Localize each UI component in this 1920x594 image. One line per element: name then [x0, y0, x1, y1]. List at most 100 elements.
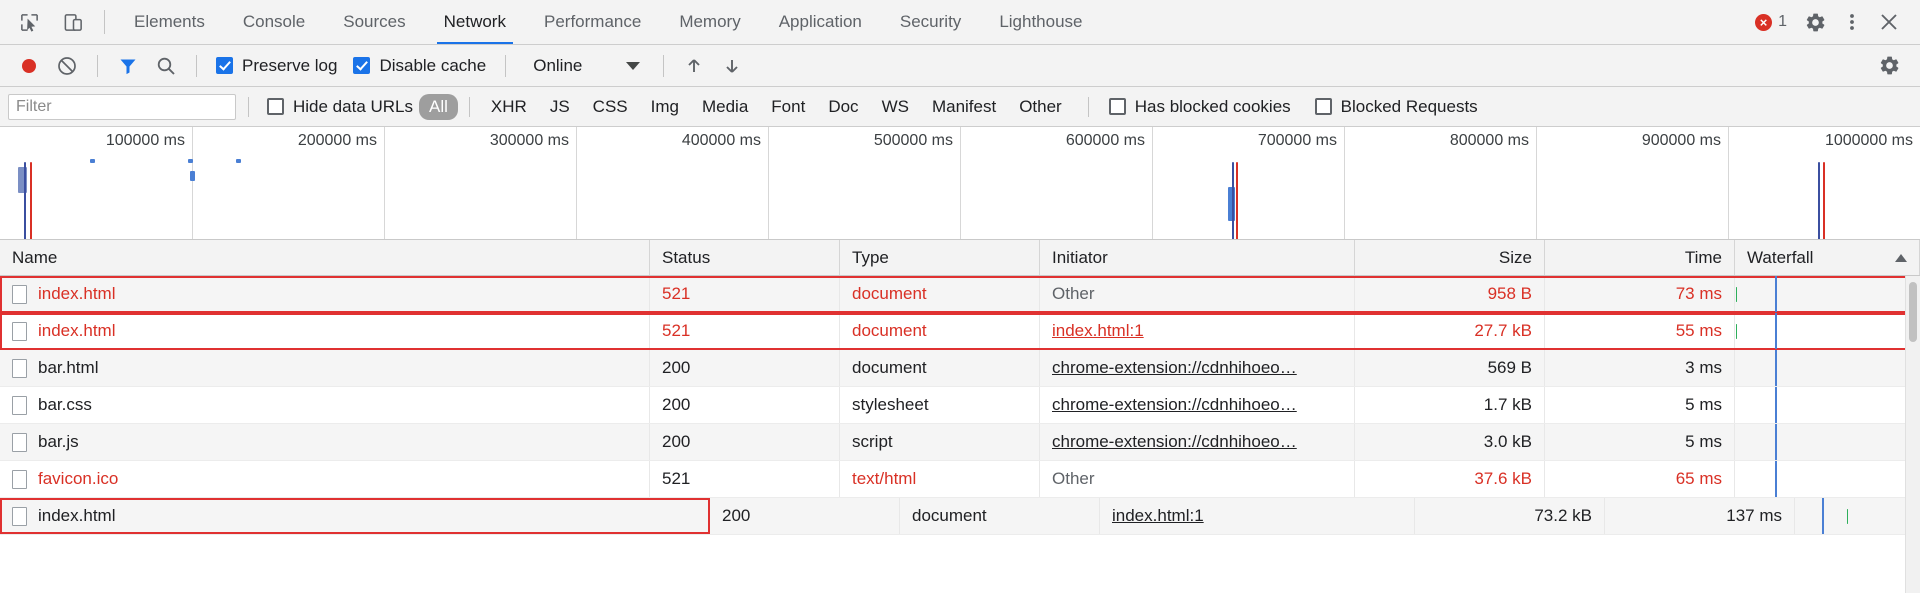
hide-data-urls-checkbox[interactable]: Hide data URLs: [261, 97, 419, 117]
overview-activity-mark: [190, 171, 195, 181]
table-row[interactable]: index.html 200 document index.html:1 73.2 kB…: [0, 498, 1920, 535]
waterfall-event-line: [1775, 387, 1778, 423]
type-text: document: [852, 358, 927, 377]
size-text: 569 B: [1487, 358, 1532, 377]
filter-funnel-icon[interactable]: [111, 51, 145, 81]
document-file-icon: [12, 506, 27, 526]
initiator-text: Other: [1052, 469, 1095, 488]
table-row[interactable]: index.html 521 document Other 958 B 73 ms: [0, 276, 1920, 313]
network-overview-timeline[interactable]: 100000 ms 200000 ms 300000 ms 400000 ms 5000…: [0, 127, 1920, 240]
type-filter-manifest[interactable]: Manifest: [922, 94, 1006, 120]
toolbar-divider-3: [505, 54, 507, 77]
search-icon[interactable]: [149, 51, 183, 81]
table-row[interactable]: bar.html 200 document chrome-extension://cd…: [0, 350, 1920, 387]
cell-name[interactable]: index.html: [0, 276, 650, 312]
tabbar-divider: [104, 10, 105, 34]
clear-network-log-icon[interactable]: [50, 51, 84, 81]
blocked-requests-checkbox[interactable]: Blocked Requests: [1309, 97, 1484, 117]
disable-cache-label: Disable cache: [379, 55, 487, 75]
toolbar-divider: [97, 54, 98, 77]
column-header-waterfall[interactable]: Waterfall: [1735, 240, 1920, 275]
record-button-icon[interactable]: [12, 51, 46, 81]
cell-type: script: [840, 424, 1040, 460]
kebab-menu-icon[interactable]: [1837, 7, 1867, 37]
type-filter-ws[interactable]: WS: [872, 94, 919, 120]
cell-name[interactable]: index.html: [0, 313, 650, 349]
checkbox-box: [216, 57, 233, 74]
overview-activity-mark: [30, 162, 32, 239]
waterfall-event-line: [1775, 276, 1778, 312]
type-filter-img[interactable]: Img: [641, 94, 689, 120]
inspect-cursor-icon[interactable]: [14, 7, 44, 37]
tab-network[interactable]: Network: [425, 0, 525, 44]
tab-memory[interactable]: Memory: [660, 0, 759, 44]
tab-performance[interactable]: Performance: [525, 0, 660, 44]
request-name: index.html: [38, 321, 116, 340]
tab-elements[interactable]: Elements: [115, 0, 224, 44]
throttling-dropdown[interactable]: Online: [519, 56, 650, 76]
device-toggle-icon[interactable]: [58, 7, 88, 37]
table-row[interactable]: bar.css 200 stylesheet chrome-extension://c…: [0, 387, 1920, 424]
type-filter-doc[interactable]: Doc: [818, 94, 868, 120]
overview-gridline: [768, 127, 769, 239]
type-text: text/html: [852, 469, 917, 488]
cell-name[interactable]: favicon.ico: [0, 461, 650, 497]
export-har-icon[interactable]: [715, 51, 749, 81]
table-row[interactable]: favicon.ico 521 text/html Other 37.6 kB 65 ms: [0, 461, 1920, 498]
cell-name[interactable]: bar.js: [0, 424, 650, 460]
type-filter-media[interactable]: Media: [692, 94, 758, 120]
scrollbar-thumb[interactable]: [1909, 282, 1917, 342]
column-header-type[interactable]: Type: [840, 240, 1040, 275]
tab-application[interactable]: Application: [760, 0, 881, 44]
waterfall-bar: [1736, 324, 1737, 339]
overview-tick-label: 400000 ms: [681, 132, 761, 149]
filter-input[interactable]: [8, 93, 236, 120]
cell-name[interactable]: bar.html: [0, 350, 650, 386]
cell-size: 73.2 kB: [1415, 498, 1605, 534]
tab-sources[interactable]: Sources: [324, 0, 424, 44]
overview-gridline: [1536, 127, 1537, 239]
cell-name[interactable]: bar.css: [0, 387, 650, 423]
cell-initiator: index.html:1: [1040, 313, 1355, 349]
column-header-name[interactable]: Name: [0, 240, 650, 275]
waterfall-bar: [1736, 287, 1737, 302]
chevron-down-icon: [626, 61, 641, 70]
blocked-requests-label: Blocked Requests: [1340, 96, 1478, 116]
error-count-badge[interactable]: × 1: [1749, 13, 1793, 31]
type-filter-other[interactable]: Other: [1009, 94, 1072, 120]
cell-size: 3.0 kB: [1355, 424, 1545, 460]
toolbar-right: [1872, 51, 1906, 81]
cell-waterfall: [1735, 387, 1920, 423]
column-header-initiator[interactable]: Initiator: [1040, 240, 1355, 275]
cell-name[interactable]: index.html: [0, 498, 710, 534]
cell-time: 3 ms: [1545, 350, 1735, 386]
tab-console[interactable]: Console: [224, 0, 324, 44]
type-filter-js[interactable]: JS: [540, 94, 580, 120]
column-header-size[interactable]: Size: [1355, 240, 1545, 275]
import-har-icon[interactable]: [677, 51, 711, 81]
tab-lighthouse[interactable]: Lighthouse: [980, 0, 1101, 44]
cell-type: document: [900, 498, 1100, 534]
table-row[interactable]: index.html 521 document index.html:1 27.7 kB…: [0, 313, 1920, 350]
type-filter-font[interactable]: Font: [761, 94, 815, 120]
initiator-text: chrome-extension://cdnhihoeo…: [1052, 358, 1297, 377]
preserve-log-checkbox[interactable]: Preserve log: [210, 56, 343, 76]
network-settings-gear-icon[interactable]: [1872, 51, 1906, 81]
overview-tick-label: 100000 ms: [105, 132, 185, 149]
type-filter-css[interactable]: CSS: [583, 94, 638, 120]
column-header-time[interactable]: Time: [1545, 240, 1735, 275]
table-row[interactable]: bar.js 200 script chrome-extension://cdnhih…: [0, 424, 1920, 461]
overview-tick-label: 200000 ms: [297, 132, 377, 149]
gear-icon[interactable]: [1800, 7, 1830, 37]
has-blocked-cookies-checkbox[interactable]: Has blocked cookies: [1103, 97, 1297, 117]
type-filter-all[interactable]: All: [419, 93, 458, 120]
tab-label: Sources: [343, 12, 406, 31]
vertical-scrollbar[interactable]: [1905, 276, 1920, 593]
column-header-status[interactable]: Status: [650, 240, 840, 275]
close-icon[interactable]: [1874, 7, 1904, 37]
disable-cache-checkbox[interactable]: Disable cache: [347, 56, 492, 76]
initiator-text: Other: [1052, 284, 1095, 303]
tab-label: Console: [242, 12, 306, 31]
type-filter-xhr[interactable]: XHR: [481, 94, 537, 120]
tab-security[interactable]: Security: [881, 0, 980, 44]
